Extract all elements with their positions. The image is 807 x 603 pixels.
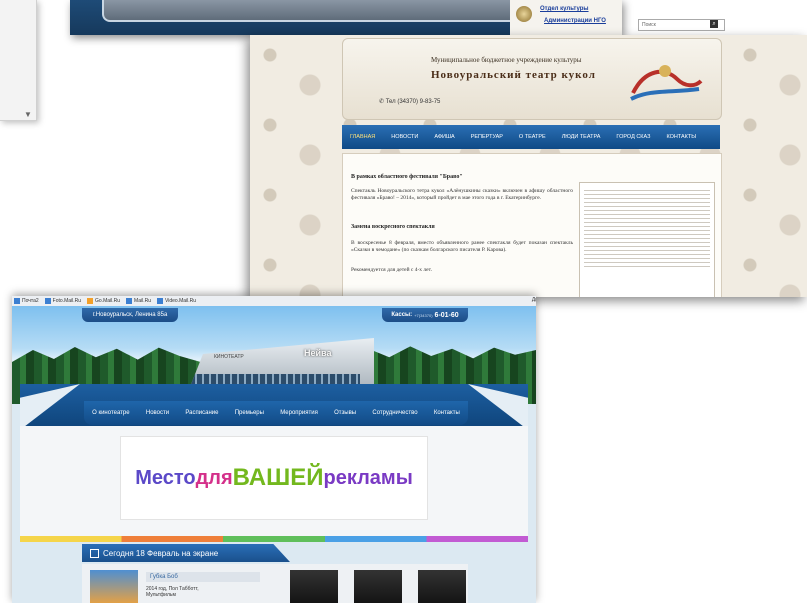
bookmark[interactable]: Foto.Mail.Ru (44, 298, 81, 304)
other-bookmarks[interactable]: Дп (532, 297, 536, 303)
coat-of-arms-icon (516, 6, 532, 22)
nav-cooperation[interactable]: Сотрудничество (372, 410, 417, 416)
nav-people[interactable]: ЛЮДИ ТЕАТРА (554, 134, 609, 140)
color-divider (20, 536, 528, 542)
nav-home[interactable]: ГЛАВНАЯ (342, 134, 383, 140)
movie-poster[interactable] (290, 570, 338, 603)
building-sign-small: КИНОТЕАТР (214, 354, 244, 360)
article-note: Рекомендуется для детей с 4-х лет. (351, 267, 432, 273)
bookmark-icon (14, 298, 20, 304)
today-on-screen-header: Сегодня 18 Февраль на экране (82, 544, 290, 562)
movie-list: Губка Боб 2014 год, Пол Табботт, Мультфи… (82, 564, 468, 603)
ad-word: Место (135, 466, 196, 489)
nav-contacts[interactable]: КОНТАКТЫ (658, 134, 704, 140)
nav-news[interactable]: Новости (146, 410, 169, 416)
bookmark-icon (156, 298, 163, 304)
culture-dept-link[interactable]: Отдел культуры (540, 6, 589, 12)
theatre-logo (630, 65, 703, 101)
top-website-strip: Отдел культуры Администрации НГО (70, 0, 622, 35)
article-text: В воскресенье 8 февраля, вместо объявлен… (351, 240, 573, 253)
today-label: Сегодня 18 Февраль на экране (103, 548, 219, 558)
ad-word: рекламы (323, 466, 413, 489)
cinema-screenshot: Почта2 Foto.Mail.Ru Go.Mail.Ru Mail.Ru V… (12, 296, 536, 603)
bookmark[interactable]: Video.Mail.Ru (156, 298, 196, 304)
nav-contacts[interactable]: Контакты (434, 410, 460, 416)
nav-premieres[interactable]: Премьеры (235, 410, 264, 416)
bookmark[interactable]: Go.Mail.Ru (87, 298, 120, 304)
administration-link[interactable]: Администрации НГО (540, 17, 610, 25)
phone-number: Тел (34370) 9-83-75 (385, 99, 441, 105)
calendar-icon (90, 548, 99, 558)
ad-word: ВАШЕЙ (232, 464, 324, 491)
schedule-text-block (584, 187, 710, 267)
article-text: Спектакль Новоуральского тетра кукол «Ал… (351, 188, 573, 201)
theatre-nav-bar: ГЛАВНАЯ НОВОСТИ АФИША РЕПЕРТУАР О ТЕАТРЕ… (342, 125, 720, 149)
schedule-sidebar (579, 182, 715, 297)
cashbox-number: 6-01-60 (434, 311, 459, 319)
nav-schedule[interactable]: Расписание (185, 410, 218, 416)
theatre-content: В рамках областного фестиваля "Браво" Сп… (342, 153, 722, 297)
scroll-down-arrow-icon[interactable]: ▼ (24, 110, 32, 119)
cashbox-label: Кассы: (391, 312, 413, 318)
nav-events[interactable]: Мероприятия (280, 410, 318, 416)
cashbox-code: +7(34370) (414, 312, 433, 318)
movie-poster[interactable] (354, 570, 402, 603)
header-frame (102, 0, 576, 22)
background-window-panel: ▼ (0, 0, 37, 121)
building-sign-name: Нейва (304, 348, 332, 358)
bookmark-icon (87, 298, 94, 304)
cinema-phone-box: Кассы: +7(34370) 6-01-60 (382, 308, 468, 322)
cinema-address: г.Новоуральск, Ленина 85а (82, 308, 178, 322)
cinema-nav-bar: О кинотеатре Новости Расписание Премьеры… (84, 401, 468, 425)
bookmark[interactable]: Mail.Ru (126, 298, 151, 304)
nav-repertoire[interactable]: РЕПЕРТУАР (463, 134, 511, 140)
movie-poster[interactable] (90, 570, 138, 603)
bookmarks-bar: Почта2 Foto.Mail.Ru Go.Mail.Ru Mail.Ru V… (12, 296, 536, 306)
organization-label: Муниципальное бюджетное учреждение культ… (431, 56, 582, 64)
theatre-title: Новоуральский театр кукол (431, 69, 596, 81)
bookmark[interactable]: Почта2 (14, 298, 39, 304)
search-icon[interactable]: ⌕ (710, 20, 718, 28)
theatre-header: Муниципальное бюджетное учреждение культ… (342, 38, 722, 120)
movie-title[interactable]: Губка Боб (146, 572, 260, 582)
nav-about[interactable]: О ТЕАТРЕ (511, 134, 554, 140)
ad-banner[interactable]: Место для ВАШЕЙ рекламы (120, 436, 428, 520)
phone-icon: ✆ (379, 99, 386, 105)
article-title[interactable]: Замена воскресного спектакля (351, 224, 435, 230)
nav-city[interactable]: ГОРОД СКАЗ (608, 134, 658, 140)
culture-links-box: Отдел культуры Администрации НГО (510, 0, 622, 35)
movie-meta: 2014 год, Пол Табботт, Мультфильм (146, 586, 199, 598)
puppet-theatre-screenshot: Муниципальное бюджетное учреждение культ… (250, 35, 807, 297)
bookmark-icon (126, 298, 133, 304)
nav-reviews[interactable]: Отзывы (334, 410, 356, 416)
movie-poster[interactable] (418, 570, 466, 603)
nav-about-cinema[interactable]: О кинотеатре (92, 410, 129, 416)
theatre-phone: ✆ Тел (34370) 9-83-75 (379, 98, 440, 105)
bookmark-icon (44, 298, 51, 304)
band-wing-left (20, 384, 80, 430)
ad-word: для (195, 466, 233, 489)
article-title[interactable]: В рамках областного фестиваля "Браво" (351, 174, 463, 180)
nav-news[interactable]: НОВОСТИ (383, 134, 426, 140)
band-wing-right (468, 384, 528, 430)
movie-genre: Мультфильм (146, 592, 176, 598)
nav-playbill[interactable]: АФИША (426, 134, 462, 140)
